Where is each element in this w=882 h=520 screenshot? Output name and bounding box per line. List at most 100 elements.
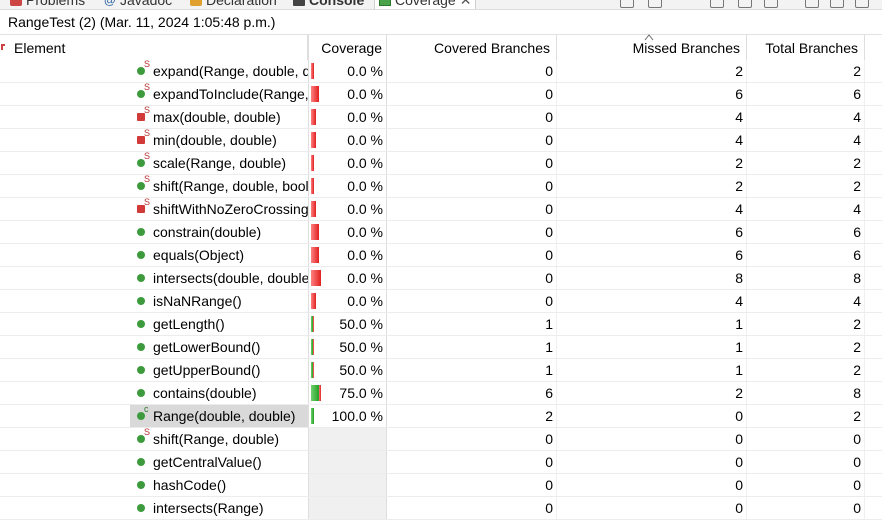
coverage-bar-missed — [311, 155, 314, 171]
total-branches-cell: 2 — [747, 405, 865, 427]
element-cell[interactable]: Sshift(Range, double, boolean) — [130, 175, 308, 197]
column-header-element[interactable]: Element — [0, 35, 308, 60]
coverage-cell: 0.0 % — [308, 198, 387, 220]
table-row[interactable]: getCentralValue() 0 0 0 — [0, 451, 882, 474]
element-cell[interactable]: intersects(Range) — [130, 497, 308, 519]
tab-declaration[interactable]: Declaration — [190, 0, 277, 9]
element-cell[interactable]: contains(double) — [130, 382, 308, 404]
missed-branches-cell: 0 — [557, 474, 747, 496]
element-cell[interactable]: getCentralValue() — [130, 451, 308, 473]
element-cell[interactable]: Smax(double, double) — [130, 106, 308, 128]
minimize-icon[interactable] — [830, 0, 844, 8]
covered-branches-cell: 6 — [387, 382, 557, 404]
column-header-covered-branches[interactable]: Covered Branches — [387, 35, 557, 60]
public-method-icon — [137, 343, 145, 351]
static-overlay-icon: S — [144, 129, 151, 138]
element-cell[interactable]: getLowerBound() — [130, 336, 308, 358]
public-method-icon — [137, 458, 145, 466]
table-row[interactable]: Smax(double, double) 0.0 % 0 4 4 — [0, 106, 882, 129]
remove-all-sessions-icon[interactable] — [710, 0, 724, 8]
table-row[interactable]: Sexpand(Range, double, double)0.0 %022 — [0, 60, 882, 83]
element-cell[interactable]: equals(Object) — [130, 244, 308, 266]
total-branches-cell: 2 — [747, 60, 865, 82]
missed-branches-cell: 0 — [557, 405, 747, 427]
table-row[interactable]: contains(double) 75.0 % 6 2 8 — [0, 382, 882, 405]
column-header-missed-branches[interactable]: Missed Branches — [557, 35, 747, 60]
column-header-element-label: Element — [14, 40, 66, 56]
coverage-cell: 0.0 % — [308, 244, 387, 266]
table-row[interactable]: intersects(double, double) 0.0 % 0 8 8 — [0, 267, 882, 290]
coverage-percent: 0.0 % — [347, 247, 383, 263]
element-cell[interactable]: isNaNRange() — [130, 290, 308, 312]
covered-branches-cell: 0 — [387, 60, 557, 82]
coverage-percent: 50.0 % — [339, 362, 383, 378]
element-label: isNaNRange() — [153, 293, 242, 309]
coverage-bar — [311, 247, 319, 263]
table-row[interactable]: Sscale(Range, double) 0.0 % 0 2 2 — [0, 152, 882, 175]
merge-sessions-icon[interactable] — [738, 0, 752, 8]
element-cell[interactable]: c Range(double, double) — [130, 405, 308, 427]
coverage-bar — [311, 132, 316, 148]
element-cell[interactable]: Smin(double, double) — [130, 129, 308, 151]
element-cell[interactable]: constrain(double) — [130, 221, 308, 243]
element-cell[interactable]: getUpperBound() — [130, 359, 308, 381]
coverage-bar — [311, 178, 314, 194]
tab-console[interactable]: Console — [293, 0, 364, 9]
table-row[interactable]: equals(Object) 0.0 % 0 6 6 — [0, 244, 882, 267]
element-cell[interactable]: Sexpand(Range, double, double) — [130, 60, 308, 82]
coverage-bar — [311, 316, 314, 332]
element-cell[interactable]: hashCode() — [130, 474, 308, 496]
covered-branches-cell: 0 — [387, 198, 557, 220]
coverage-cell — [308, 474, 387, 496]
table-row[interactable]: getLength() 50.0 % 1 1 2 — [0, 313, 882, 336]
element-cell[interactable]: SexpandToInclude(Range, double) — [130, 83, 308, 105]
close-icon[interactable]: ✕ — [460, 0, 472, 9]
element-label: Range(double, double) — [153, 408, 296, 424]
table-row[interactable]: Sshift(Range, double) 0 0 0 — [0, 428, 882, 451]
element-cell[interactable]: Sshift(Range, double) — [130, 428, 308, 450]
view-menu-icon[interactable] — [805, 0, 819, 8]
table-row[interactable]: SexpandToInclude(Range, double)0.0 %066 — [0, 83, 882, 106]
coverage-bar — [311, 408, 314, 424]
missed-branches-cell: 2 — [557, 175, 747, 197]
covered-branches-cell: 0 — [387, 175, 557, 197]
table-row[interactable]: hashCode() 0 0 0 — [0, 474, 882, 497]
total-branches-cell: 4 — [747, 129, 865, 151]
missed-branches-cell: 2 — [557, 152, 747, 174]
column-header-coverage[interactable]: Coverage — [308, 34, 654, 60]
table-row[interactable]: c Range(double, double) 100.0 % 2 0 2 — [0, 405, 882, 428]
element-label: equals(Object) — [153, 247, 245, 263]
public-method-icon — [137, 389, 145, 397]
element-cell[interactable]: intersects(double, double) — [130, 267, 308, 289]
tab-javadoc[interactable]: @ Javadoc — [104, 0, 172, 9]
maximize-icon[interactable] — [855, 0, 869, 8]
table-row[interactable]: SshiftWithNoZeroCrossing(double, double)… — [0, 198, 882, 221]
element-cell[interactable]: SshiftWithNoZeroCrossing(double, double) — [130, 198, 308, 220]
relaunch-icon[interactable] — [620, 0, 634, 8]
tab-coverage[interactable]: Coverage ✕ — [374, 0, 477, 9]
table-row[interactable]: isNaNRange() 0.0 % 0 4 4 — [0, 290, 882, 313]
table-row[interactable]: Smin(double, double) 0.0 % 0 4 4 — [0, 129, 882, 152]
column-header-total-branches[interactable]: Total Branches — [747, 35, 865, 60]
table-row[interactable]: Sshift(Range, double, boolean)0.0 %022 — [0, 175, 882, 198]
table-row[interactable]: getLowerBound() 50.0 % 1 1 2 — [0, 336, 882, 359]
select-session-icon[interactable] — [764, 0, 778, 8]
total-branches-cell: 0 — [747, 497, 865, 519]
element-cell[interactable]: getLength() — [130, 313, 308, 335]
table-row[interactable]: constrain(double) 0.0 % 0 6 6 — [0, 221, 882, 244]
coverage-cell: 0.0 % — [308, 106, 387, 128]
remove-session-icon[interactable] — [648, 0, 662, 8]
total-branches-cell: 4 — [747, 106, 865, 128]
missed-branches-cell: 2 — [557, 382, 747, 404]
coverage-cell: 75.0 % — [308, 382, 387, 404]
coverage-bar-missed — [311, 293, 316, 309]
coverage-bar — [311, 224, 319, 240]
table-row[interactable]: getUpperBound() 50.0 % 1 1 2 — [0, 359, 882, 382]
tab-problems[interactable]: Problems — [10, 0, 85, 9]
total-branches-cell: 0 — [747, 451, 865, 473]
total-branches-cell: 0 — [747, 428, 865, 450]
element-label: expand(Range, double, double) — [153, 63, 308, 79]
element-cell[interactable]: Sscale(Range, double) — [130, 152, 308, 174]
coverage-bar — [311, 293, 316, 309]
coverage-bar — [311, 270, 321, 286]
